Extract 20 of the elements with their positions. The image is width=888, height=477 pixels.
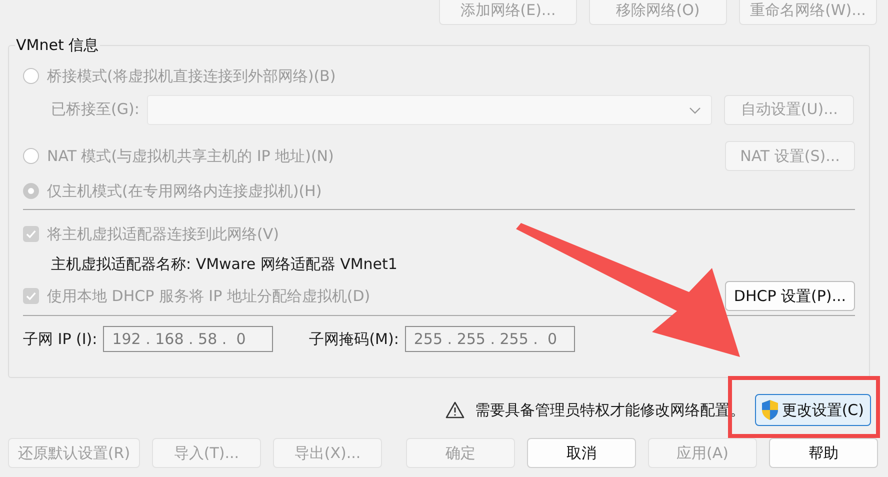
change-settings-button[interactable]: 更改设置(C)	[754, 394, 871, 426]
adapter-name-text: 主机虚拟适配器名称: VMware 网络适配器 VMnet1	[51, 254, 398, 274]
shield-icon	[760, 399, 780, 421]
radio-label: 桥接模式(将虚拟机直接连接到外部网络)(B)	[47, 66, 336, 86]
subnet-mask-label: 子网掩码(M):	[309, 330, 399, 348]
radio-label: 仅主机模式(在专用网络内连接虚拟机)(H)	[47, 182, 322, 200]
dialog-button[interactable]: 帮助	[769, 438, 878, 468]
dialog-button[interactable]: 取消	[527, 438, 636, 468]
dropdown[interactable]	[147, 94, 712, 124]
field-label: 已桥接至(G):	[51, 100, 140, 119]
checkbox-label: 使用本地 DHCP 服务将 IP 地址分配给虚拟机(D)	[47, 286, 370, 306]
subnet-ip-label: 子网 IP (I):	[23, 330, 98, 348]
subnet-ip-field[interactable]: 192 . 168 . 58 . 0	[103, 326, 274, 352]
radio-label: NAT 模式(与虚拟机共享主机的 IP 地址)(N)	[47, 146, 334, 166]
chevron-down-icon	[689, 106, 702, 114]
subnet-mask-field[interactable]: 255 . 255 . 255 . 0	[404, 326, 575, 352]
dhcp-settings-button[interactable]: DHCP 设置(P)...	[725, 281, 855, 311]
checkbox-label: 将主机虚拟适配器连接到此网络(V)	[47, 224, 279, 244]
warning-icon	[444, 401, 465, 419]
group-title: VMnet 信息	[15, 36, 100, 55]
